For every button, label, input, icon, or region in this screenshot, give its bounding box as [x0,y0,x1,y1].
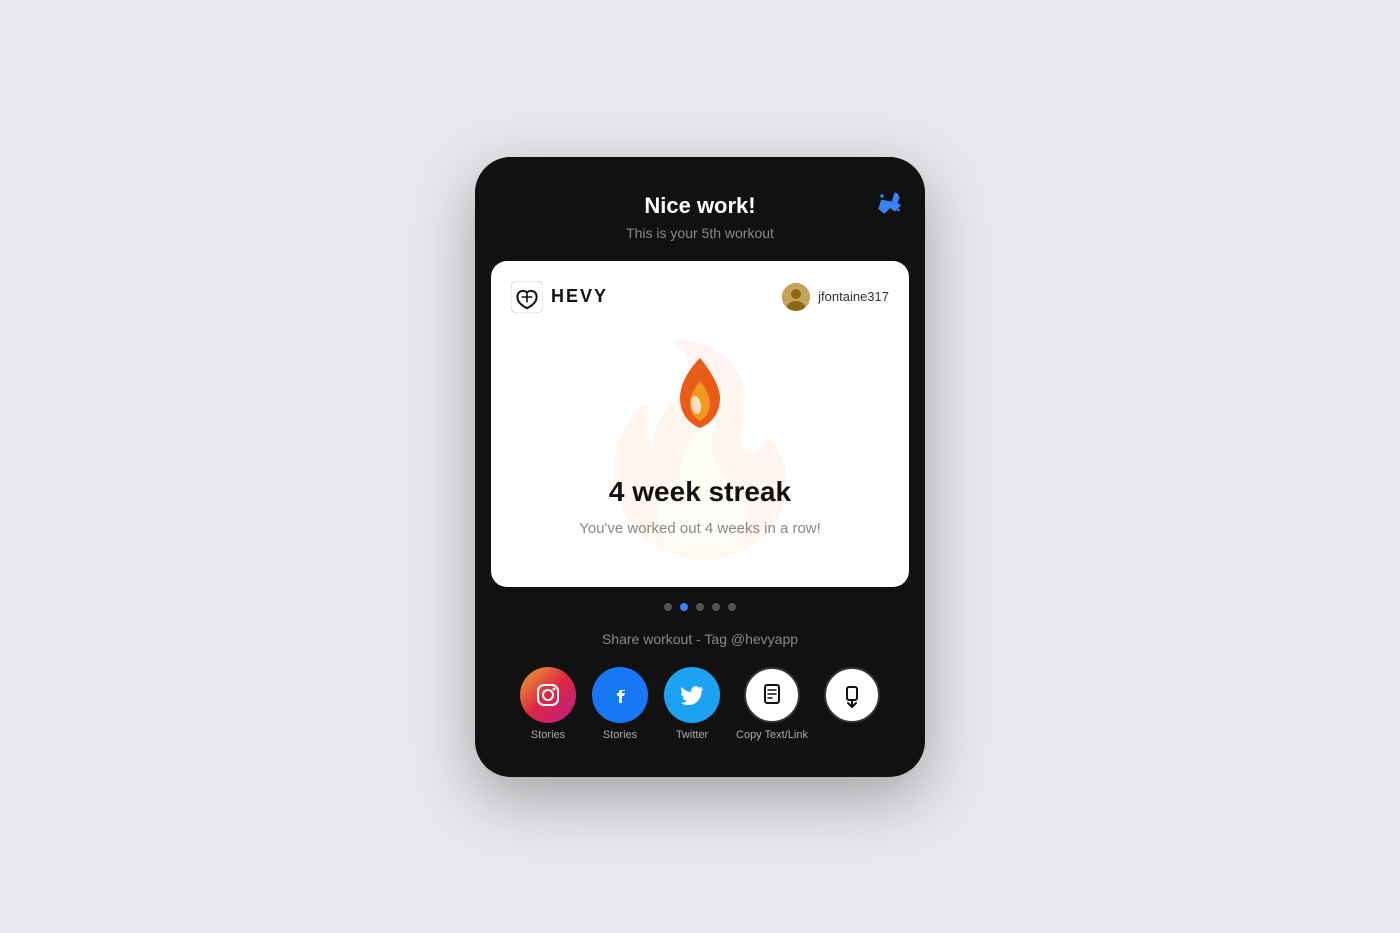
instagram-label: Stories [531,729,565,741]
dot-4[interactable] [712,603,720,611]
more-button[interactable] [824,667,880,741]
share-section: Share workout - Tag @hevyapp Stories [475,631,925,777]
card-area: HEVY jfontaine317 [475,261,925,587]
header-title: Nice work! [495,193,905,219]
instagram-stories-button[interactable]: Stories [520,667,576,741]
dot-5[interactable] [728,603,736,611]
copy-label: Copy Text/Link [736,729,808,741]
username: jfontaine317 [818,289,889,304]
celebration-icon [875,189,903,224]
facebook-label: Stories [603,729,637,741]
header: Nice work! This is your 5th workout [475,157,925,261]
dot-1[interactable] [664,603,672,611]
instagram-icon-circle [520,667,576,723]
more-icon-circle [824,667,880,723]
twitter-icon-circle [664,667,720,723]
hevy-logo: HEVY [511,281,608,313]
hevy-logo-icon [511,281,543,313]
workout-card: HEVY jfontaine317 [491,261,909,587]
streak-description: You've worked out 4 weeks in a row! [511,520,889,537]
share-buttons: Stories Stories Twitter [491,667,909,741]
copy-icon-circle [744,667,800,723]
dot-2[interactable] [680,603,688,611]
twitter-button[interactable]: Twitter [664,667,720,741]
streak-title: 4 week streak [511,476,889,508]
header-subtitle: This is your 5th workout [495,225,905,241]
card-content: 🔥 4 week streak You've worked out 4 week… [511,333,889,567]
avatar [782,283,810,311]
avatar-image [782,283,810,311]
copy-text-button[interactable]: Copy Text/Link [736,667,808,741]
user-info: jfontaine317 [782,283,889,311]
share-label: Share workout - Tag @hevyapp [491,631,909,647]
facebook-icon-circle [592,667,648,723]
flame-icon [511,353,889,460]
twitter-label: Twitter [676,729,708,741]
dot-3[interactable] [696,603,704,611]
phone-container: Nice work! This is your 5th workout [475,157,925,777]
hevy-logo-text: HEVY [551,286,608,307]
pagination-dots [475,603,925,611]
facebook-stories-button[interactable]: Stories [592,667,648,741]
card-header: HEVY jfontaine317 [511,281,889,313]
